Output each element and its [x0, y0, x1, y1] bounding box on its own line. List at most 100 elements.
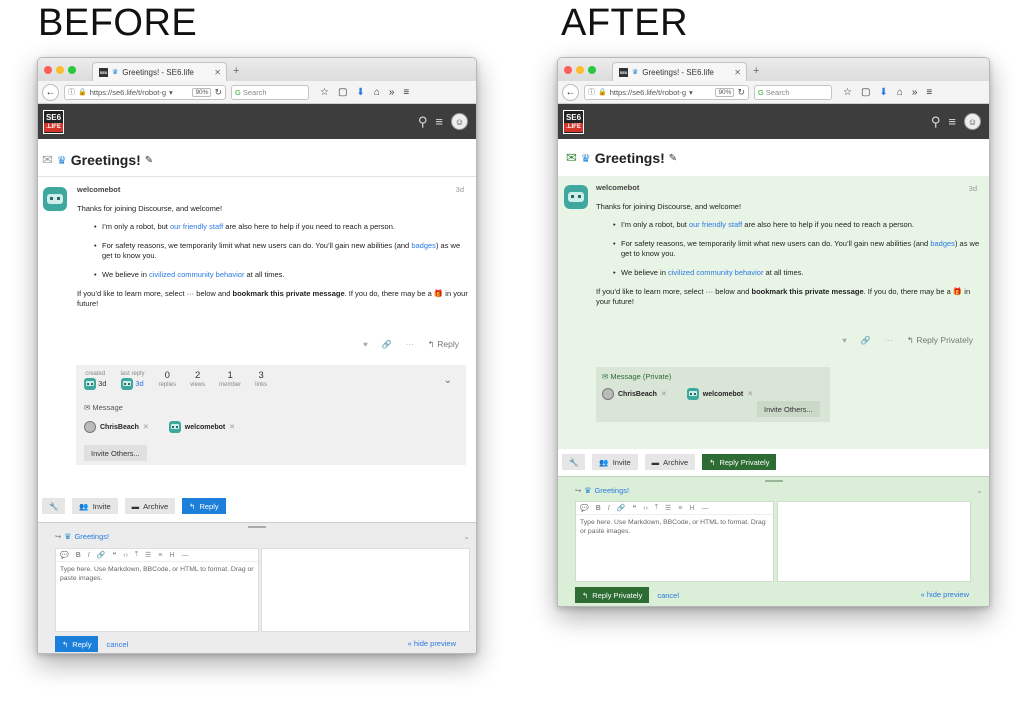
upload-icon[interactable]: ⤒ [655, 504, 658, 512]
composer-grip[interactable] [764, 480, 783, 482]
staff-link[interactable]: our friendly staff [170, 222, 223, 231]
remove-icon[interactable]: ✕ [747, 390, 753, 398]
bold-icon[interactable]: B [596, 505, 601, 512]
guidelines-link[interactable]: civilized community behavior [149, 270, 244, 279]
quote-icon[interactable]: 💬 [580, 504, 589, 512]
menu-icon[interactable]: ≡ [926, 87, 932, 98]
numbered-list-icon[interactable]: ≡ [678, 505, 682, 512]
like-icon[interactable]: ♥ [842, 336, 847, 345]
participant-name[interactable]: ChrisBeach [100, 424, 139, 431]
menu-icon[interactable]: ≡ [403, 87, 409, 98]
url-bar[interactable]: ⓘ 🔒 https://se6.life/t/robot-g ▾ 90% ↻ [584, 84, 749, 100]
invite-others-button[interactable]: Invite Others... [84, 445, 147, 461]
italic-icon[interactable]: I [608, 505, 610, 512]
badges-link[interactable]: badges [930, 239, 955, 248]
chevron-down-icon[interactable]: ⌄ [444, 375, 452, 386]
more-icon[interactable]: ··· [406, 340, 414, 349]
close-tab-icon[interactable]: ✕ [214, 68, 221, 77]
quote-icon[interactable]: 💬 [60, 551, 69, 559]
reading-list-icon[interactable]: ▢ [861, 87, 870, 98]
back-button[interactable]: ← [42, 83, 59, 101]
reply-privately-button[interactable]: ↰ Reply Privately [702, 454, 777, 470]
zoom-window-button[interactable] [68, 66, 76, 74]
avatar[interactable] [168, 421, 181, 433]
zoom-level[interactable]: 90% [715, 87, 735, 97]
more-icon[interactable]: ··· [885, 336, 893, 345]
composer-reply-privately-button[interactable]: ↰ Reply Privately [575, 587, 650, 603]
archive-button[interactable]: ▬ Archive [124, 498, 176, 514]
italic-icon[interactable]: I [88, 552, 90, 559]
reading-list-icon[interactable]: ▢ [338, 87, 347, 98]
search-field[interactable]: G Search [754, 84, 832, 100]
hyperlink-icon[interactable]: 🔗 [97, 551, 106, 559]
post-reply-button[interactable]: ↰ Reply Privately [907, 335, 973, 346]
composer-topic-link[interactable]: Greetings! [74, 532, 109, 541]
home-icon[interactable]: ⌂ [374, 87, 380, 98]
home-icon[interactable]: ⌂ [897, 87, 903, 98]
rule-icon[interactable]: — [701, 505, 708, 512]
user-avatar[interactable]: ☺ [964, 113, 981, 130]
post-avatar[interactable] [564, 185, 588, 209]
overflow-icon[interactable]: » [389, 87, 395, 98]
participant-name[interactable]: ChrisBeach [618, 391, 657, 398]
collapse-icon[interactable]: ⌄ [463, 532, 470, 541]
new-tab-icon[interactable]: + [233, 65, 239, 77]
topic-title-text[interactable]: Greetings! [595, 150, 665, 166]
upload-icon[interactable]: ⤒ [135, 551, 138, 559]
user-avatar[interactable]: ☺ [451, 113, 468, 130]
search-icon[interactable]: ⚲ [418, 114, 428, 130]
post-username[interactable]: welcomebot [596, 183, 639, 192]
hide-preview-link[interactable]: « hide preview [921, 590, 969, 599]
dropdown-icon[interactable]: ▾ [169, 88, 173, 97]
bookmark-star-icon[interactable]: ☆ [320, 87, 329, 98]
invite-button[interactable]: 👥 Invite [592, 454, 638, 470]
download-icon[interactable]: ⬇ [356, 87, 364, 98]
url-bar[interactable]: ⓘ 🔒 https://se6.life/t/robot-g ▾ 90% ↻ [64, 84, 226, 100]
browser-tab[interactable]: SE6 ♛ Greetings! - SE6.life ✕ [612, 62, 747, 81]
browser-tab[interactable]: SE6 ♛ Greetings! - SE6.life ✕ [92, 62, 227, 81]
markdown-editor[interactable]: 💬 B I 🔗 ❝ ‹› ⤒ ☰ ≡ H — Type here. Use Markdown, BB… [55, 548, 259, 632]
site-logo[interactable]: SE6 .LIFE [43, 110, 64, 134]
close-window-button[interactable] [44, 66, 52, 74]
dropdown-icon[interactable]: ▾ [689, 88, 693, 97]
link-icon[interactable]: 🔗 [382, 340, 392, 349]
post-avatar[interactable] [43, 187, 67, 211]
composer-reply-button[interactable]: ↰ Reply [55, 636, 99, 652]
code-icon[interactable]: ‹› [643, 505, 648, 512]
close-tab-icon[interactable]: ✕ [734, 68, 741, 77]
remove-icon[interactable]: ✕ [143, 423, 149, 431]
numbered-list-icon[interactable]: ≡ [158, 552, 162, 559]
bookmark-star-icon[interactable]: ☆ [843, 87, 852, 98]
archive-button[interactable]: ▬ Archive [644, 454, 696, 470]
markdown-editor[interactable]: 💬 B I 🔗 ❝ ‹› ⤒ ☰ ≡ H — Type here. Use Markdown, BB… [575, 501, 774, 582]
close-window-button[interactable] [564, 66, 572, 74]
bullet-list-icon[interactable]: ☰ [145, 551, 151, 559]
invite-others-button[interactable]: Invite Others... [757, 401, 820, 417]
hamburger-icon[interactable]: ≡ [435, 114, 443, 129]
minimize-window-button[interactable] [56, 66, 64, 74]
zoom-level[interactable]: 90% [192, 87, 212, 97]
edit-pencil-icon[interactable]: ✎ [669, 153, 677, 164]
post-date[interactable]: 3d [456, 185, 464, 194]
zoom-window-button[interactable] [588, 66, 596, 74]
blockquote-icon[interactable]: ❝ [632, 504, 636, 512]
like-icon[interactable]: ♥ [363, 340, 368, 349]
back-button[interactable]: ← [562, 83, 579, 101]
reply-button[interactable]: ↰ Reply [182, 498, 226, 514]
composer-topic-link[interactable]: Greetings! [594, 486, 629, 495]
hamburger-icon[interactable]: ≡ [948, 114, 956, 129]
staff-link[interactable]: our friendly staff [689, 220, 742, 229]
topic-title-text[interactable]: Greetings! [71, 152, 141, 168]
reload-icon[interactable]: ↻ [214, 87, 222, 98]
post-date[interactable]: 3d [969, 184, 977, 193]
avatar[interactable] [84, 421, 96, 433]
cancel-link[interactable]: cancel [657, 591, 679, 600]
download-icon[interactable]: ⬇ [879, 87, 887, 98]
heading-icon[interactable]: H [169, 552, 174, 559]
hide-preview-link[interactable]: « hide preview [408, 639, 456, 648]
invite-button[interactable]: 👥 Invite [72, 498, 118, 514]
composer-grip[interactable] [248, 526, 266, 528]
post-reply-button[interactable]: ↰ Reply [428, 339, 459, 350]
reload-icon[interactable]: ↻ [737, 87, 745, 98]
edit-pencil-icon[interactable]: ✎ [145, 155, 153, 166]
